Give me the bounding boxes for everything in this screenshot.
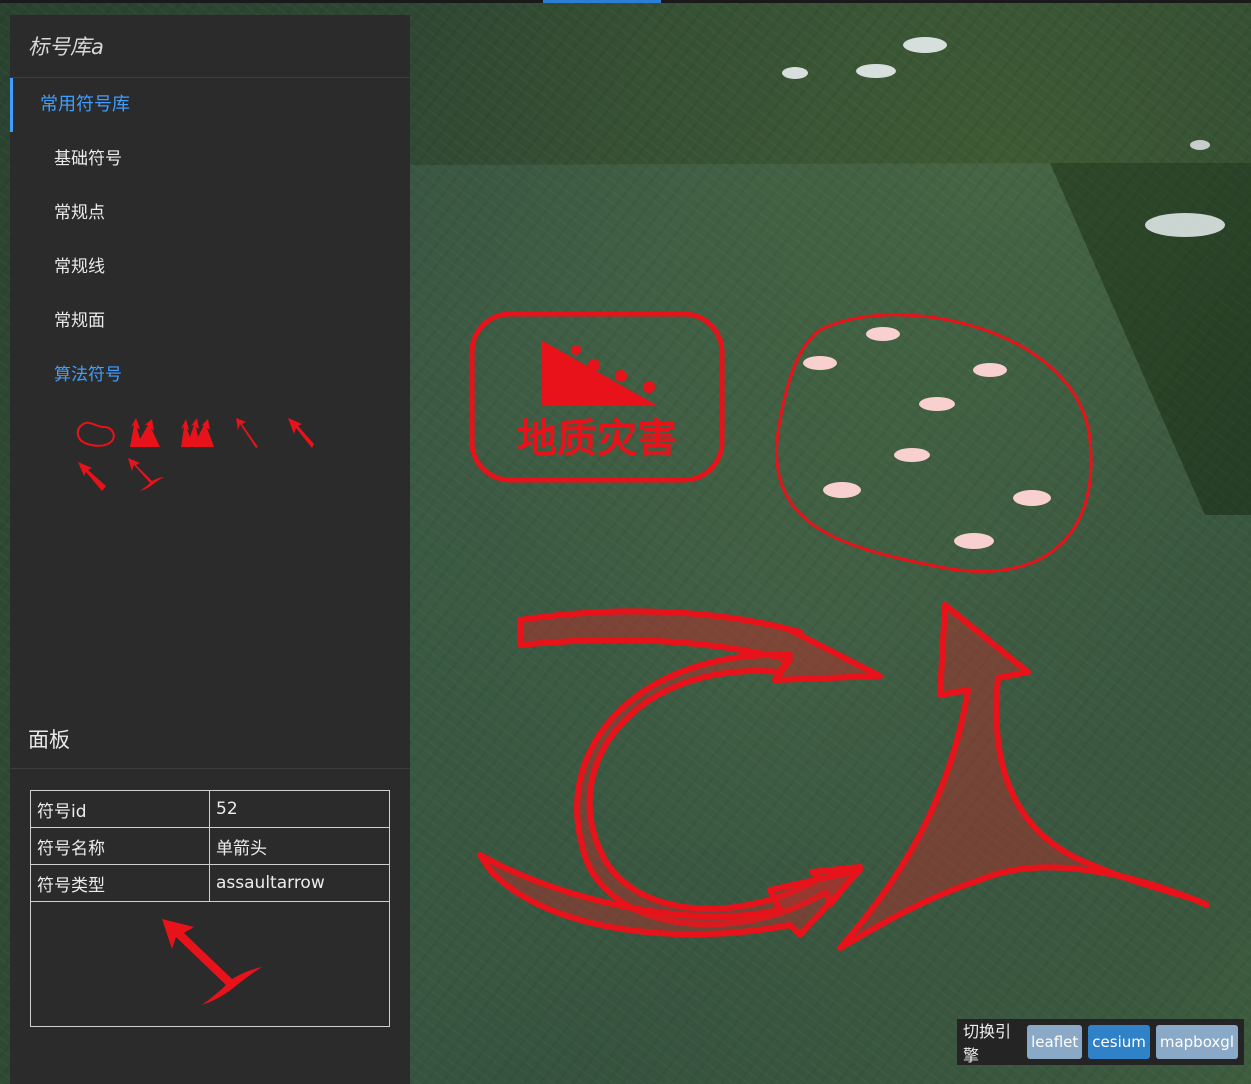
engine-cesium-button[interactable]: cesium [1088, 1025, 1150, 1059]
triple-arrow-icon[interactable] [178, 412, 230, 454]
prop-key-id: 符号id [30, 790, 210, 828]
cloud [1145, 213, 1225, 237]
cloud [856, 64, 896, 78]
menu-common-symbols[interactable]: 常用符号库 [10, 78, 410, 132]
library-title: 标号库a [10, 15, 410, 78]
cloud [782, 67, 808, 79]
symbol-preview [30, 901, 390, 1027]
closed-curve-icon[interactable] [74, 412, 126, 454]
prop-value-name: 单箭头 [209, 827, 390, 865]
prop-key-name: 符号名称 [30, 827, 210, 865]
fine-arrow-icon[interactable] [74, 454, 126, 496]
menu-item-algorithm-symbols[interactable]: 算法符号 [10, 348, 410, 402]
engine-mapboxgl-button[interactable]: mapboxgl [1155, 1025, 1238, 1059]
symbol-menu: 常用符号库 基础符号 常规点 常规线 常规面 算法符号 [10, 78, 410, 402]
top-tab-indicator [543, 0, 661, 3]
menu-item-regular-point[interactable]: 常规点 [10, 186, 410, 240]
table-row: 符号id 52 [30, 790, 390, 828]
prop-key-type: 符号类型 [30, 864, 210, 902]
cloud [1190, 140, 1210, 150]
engine-label: 切换引擎 [963, 1022, 1012, 1065]
menu-item-regular-area[interactable]: 常规面 [10, 294, 410, 348]
assault-arrow-preview-icon [162, 918, 262, 1005]
engine-leaflet-button[interactable]: leaflet [1027, 1025, 1083, 1059]
menu-item-regular-line[interactable]: 常规线 [10, 240, 410, 294]
prop-value-type: assaultarrow [209, 864, 390, 902]
double-arrow-icon[interactable] [126, 412, 178, 454]
table-row: 符号名称 单箭头 [30, 827, 390, 865]
cloud [903, 37, 947, 53]
stamp-text: 地质灾害 [517, 416, 677, 462]
straight-arrow-icon[interactable] [282, 412, 334, 454]
thin-arrow-icon[interactable] [230, 412, 282, 454]
prop-value-id: 52 [209, 790, 390, 828]
engine-switcher: 切换引擎 leaflet cesium mapboxgl [957, 1019, 1244, 1065]
assault-arrow-icon[interactable] [126, 454, 178, 496]
algorithm-symbol-grid [10, 402, 344, 496]
symbol-library-sidebar: 标号库a 常用符号库 基础符号 常规点 常规线 常规面 算法符号 面板 符号id… [10, 15, 410, 1084]
panel-title: 面板 [10, 717, 410, 769]
symbol-properties-table: 符号id 52 符号名称 单箭头 符号类型 assaultarrow [30, 790, 390, 1027]
menu-item-basic-symbols[interactable]: 基础符号 [10, 132, 410, 186]
table-row [30, 901, 390, 1027]
table-row: 符号类型 assaultarrow [30, 864, 390, 902]
